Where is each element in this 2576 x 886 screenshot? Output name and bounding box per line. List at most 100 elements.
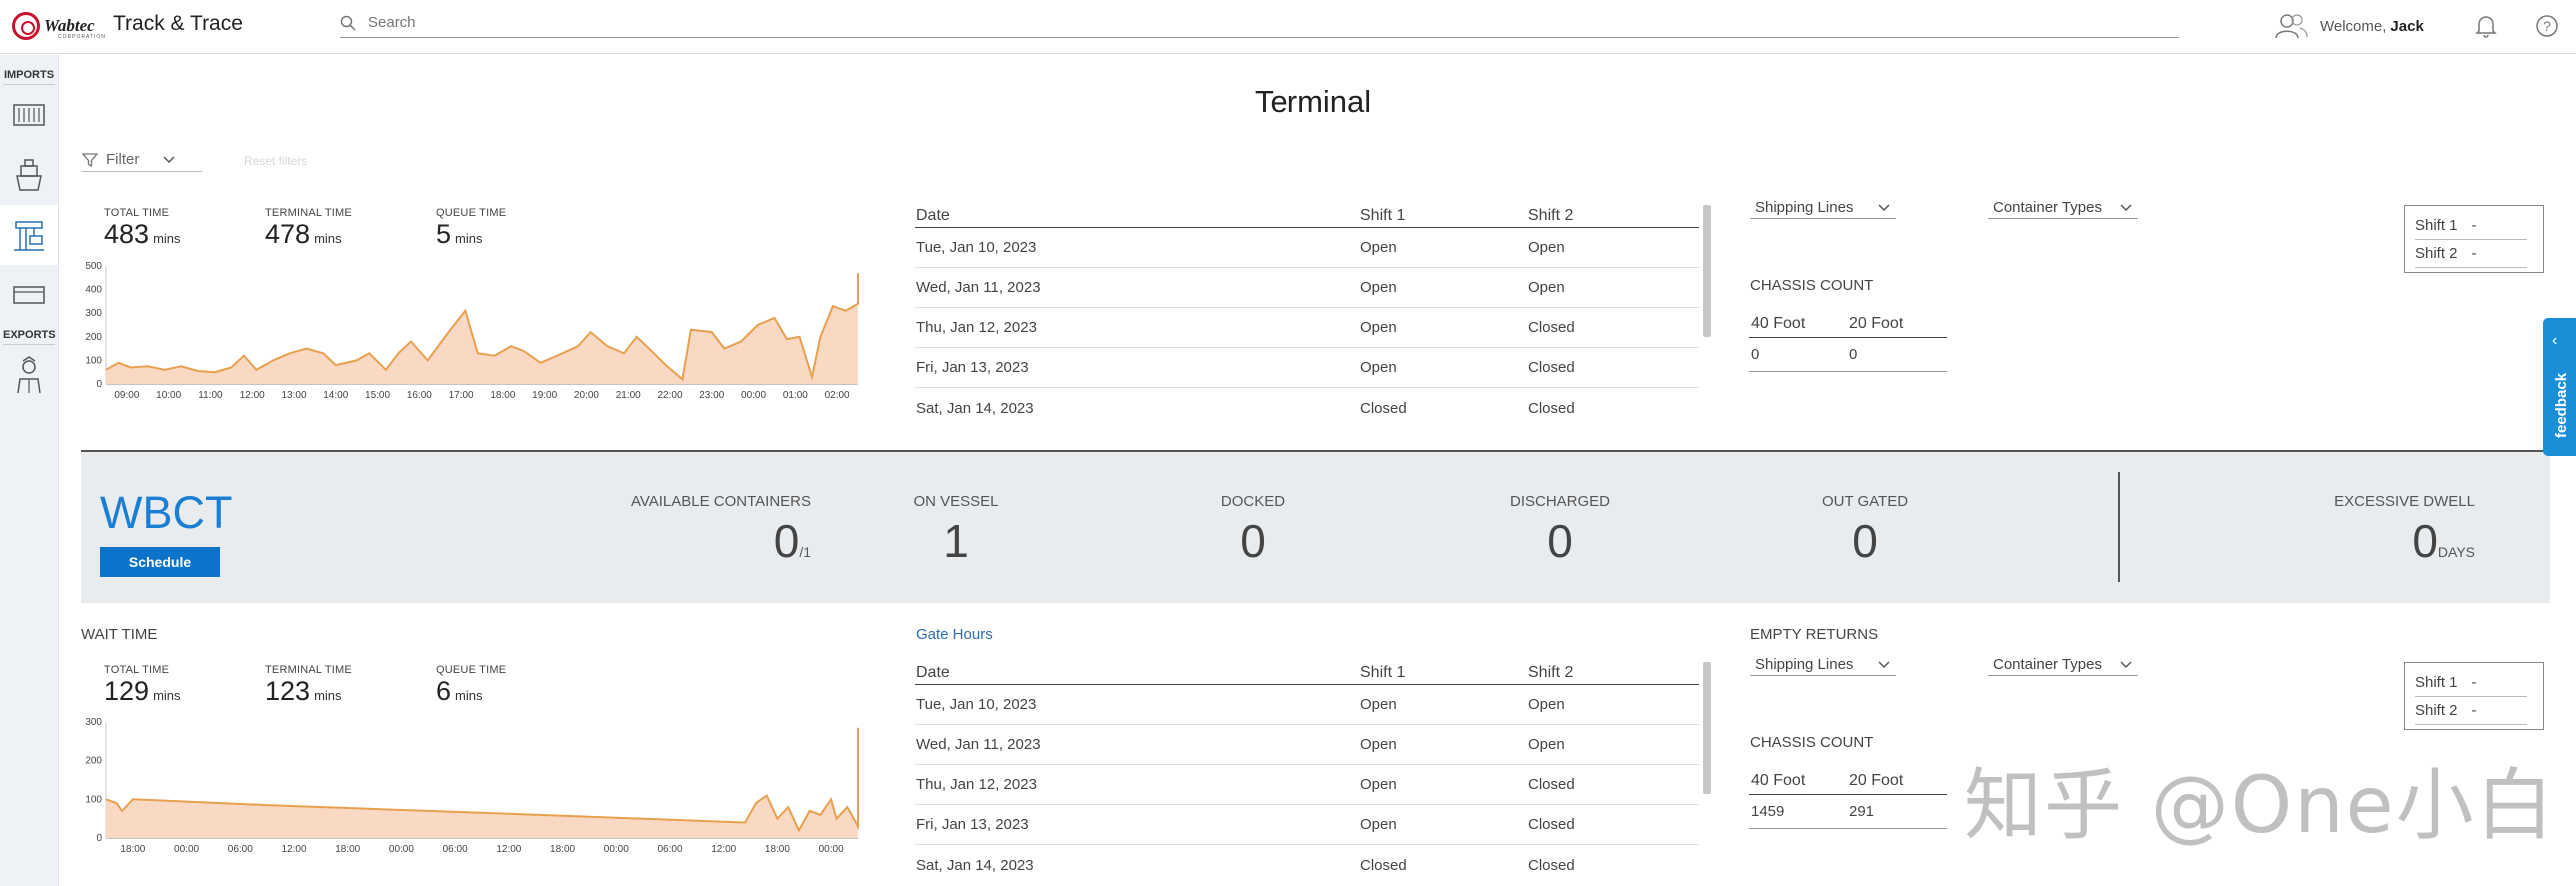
schedule-header: Date Shift 1 Shift 2 (915, 204, 1699, 228)
metric-label: TERMINAL TIME (265, 664, 352, 676)
cell-shift-2: Closed (1528, 856, 1575, 874)
feedback-tab[interactable]: ‹ feedback (2543, 318, 2576, 456)
sidebar-item-chassis[interactable] (0, 265, 58, 325)
user-menu[interactable]: Welcome, Jack (2274, 13, 2424, 39)
table-row: Sat, Jan 14, 2023 Closed Closed (915, 388, 1699, 428)
cell-shift-2: Closed (1528, 399, 1575, 417)
chevron-down-icon (163, 155, 175, 163)
metric-label: TOTAL TIME (104, 664, 170, 676)
container-types-dropdown[interactable]: Container Types (1988, 197, 2138, 219)
on-vessel-stat: ON VESSEL 1 (891, 493, 1021, 568)
schedule-button[interactable]: Schedule (100, 547, 220, 577)
schedule-scrollbar[interactable] (1703, 205, 1711, 337)
bell-icon[interactable] (2475, 14, 2497, 38)
sidebar-item-vessels[interactable] (0, 145, 58, 205)
stat-label: DISCHARGED (1509, 493, 1610, 510)
chevron-left-icon: ‹ (2552, 332, 2558, 349)
excessive-dwell-stat: EXCESSIVE DWELL 0DAYS (2230, 493, 2475, 568)
shift-1-label: Shift 1 (2415, 217, 2458, 234)
x-tick-label: 17:00 (449, 390, 474, 401)
x-tick-label: 18:00 (550, 844, 575, 855)
x-tick-label: 18:00 (120, 844, 145, 855)
chassis-row: 00 (1749, 338, 1947, 372)
chevron-down-icon (2120, 203, 2132, 211)
wabtec-logo[interactable]: Wabtec CORPORATION (12, 12, 105, 40)
col-shift-1: Shift 1 (1360, 664, 1406, 681)
shift-selector-bottom: Shift 1- Shift 2- (2404, 662, 2544, 730)
cell-shift-2: Closed (1528, 816, 1575, 833)
x-tick-label: 00:00 (741, 390, 766, 401)
filter-dropdown[interactable]: Filter (82, 148, 202, 172)
col-20-foot: 20 Foot (1849, 771, 1904, 789)
x-tick-label: 09:00 (114, 390, 139, 401)
cell-shift-2: Open (1528, 736, 1565, 753)
shift-2-label: Shift 2 (2415, 702, 2458, 719)
chassis-header: 40 Foot 20 Foot (1749, 767, 1947, 795)
cell-shift-1: Open (1360, 239, 1397, 256)
cell-40-foot: 1459 (1751, 803, 1785, 820)
shift-2-value: - (2471, 245, 2477, 262)
x-tick-label: 02:00 (825, 390, 850, 401)
metric-unit: mins (314, 231, 342, 246)
shipping-lines-dropdown[interactable]: Shipping Lines (1750, 197, 1896, 219)
y-tick-label: 500 (85, 261, 102, 272)
container-types-dropdown[interactable]: Container Types (1988, 654, 2138, 676)
x-tick-label: 00:00 (174, 844, 199, 855)
schedule-scrollbar[interactable] (1703, 662, 1711, 794)
table-row: Thu, Jan 12, 2023 Open Closed (915, 765, 1699, 805)
shift-1-select[interactable]: Shift 1- (2415, 212, 2527, 240)
sidebar-section-exports: EXPORTS (3, 325, 56, 345)
sidebar-item-drivers[interactable] (0, 345, 58, 405)
page-title: Terminal (1255, 84, 1372, 119)
cell-date: Tue, Jan 10, 2023 (916, 696, 1037, 713)
cell-shift-1: Closed (1360, 399, 1407, 417)
stat-value: 0 (773, 515, 800, 567)
sidebar-item-containers[interactable] (0, 85, 58, 145)
stat-label: OUT GATED (1821, 493, 1909, 510)
help-icon[interactable]: ? (2535, 14, 2559, 38)
table-row: Fri, Jan 13, 2023 Open Closed (915, 805, 1699, 845)
stat-value: 1 (943, 515, 969, 567)
x-tick-label: 06:00 (443, 844, 468, 855)
shipping-lines-dropdown[interactable]: Shipping Lines (1750, 654, 1896, 676)
cell-shift-2: Open (1528, 696, 1565, 713)
chassis-count-table: 40 Foot 20 Foot 00 (1749, 310, 1947, 372)
metric-label: QUEUE TIME (436, 207, 507, 219)
docked-stat: DOCKED 0 (1193, 493, 1312, 568)
col-date: Date (916, 207, 950, 224)
stat-label: ON VESSEL (913, 493, 999, 510)
logo-sub: CORPORATION (58, 34, 106, 40)
y-tick-label: 400 (85, 285, 102, 296)
y-tick-label: 200 (85, 332, 102, 343)
terminal-time-metric: TERMINAL TIME 123 mins (265, 664, 352, 706)
search-input[interactable] (368, 14, 2067, 31)
metric-value: 129 (104, 676, 150, 706)
x-tick-label: 20:00 (574, 390, 599, 401)
cell-shift-1: Open (1360, 816, 1397, 833)
x-tick-label: 18:00 (765, 844, 790, 855)
x-tick-label: 18:00 (335, 844, 360, 855)
cell-date: Tue, Jan 10, 2023 (916, 239, 1037, 256)
x-tick-label: 11:00 (198, 390, 223, 401)
cell-date: Fri, Jan 13, 2023 (916, 816, 1029, 833)
terminal-crane-icon (14, 221, 44, 251)
metric-value: 483 (104, 219, 150, 249)
table-row: Wed, Jan 11, 2023 Open Open (915, 268, 1699, 308)
metric-value: 6 (436, 676, 452, 706)
stat-label: DOCKED (1220, 493, 1286, 510)
series-area (106, 273, 858, 384)
reset-filters-link[interactable]: Reset filters (244, 154, 307, 168)
schedule-header: Date Shift 1 Shift 2 (915, 661, 1699, 685)
x-tick-label: 14:00 (323, 390, 348, 401)
x-tick-label: 00:00 (604, 844, 629, 855)
shift-selector-top: Shift 1- Shift 2- (2404, 205, 2544, 273)
shift-1-value: - (2471, 674, 2477, 691)
x-tick-label: 22:00 (657, 390, 682, 401)
sidebar-item-terminal[interactable] (0, 205, 58, 265)
shift-1-select[interactable]: Shift 1- (2415, 669, 2527, 697)
shift-2-select[interactable]: Shift 2- (2415, 240, 2527, 268)
top-bar: Wabtec CORPORATION Track & Trace Welcome… (0, 0, 2576, 54)
terminal-summary-band: WBCT Schedule AVAILABLE CONTAINERS 0/1 O… (81, 450, 2550, 603)
stat-suffix: DAYS (2437, 544, 2475, 560)
shift-2-select[interactable]: Shift 2- (2415, 697, 2527, 725)
